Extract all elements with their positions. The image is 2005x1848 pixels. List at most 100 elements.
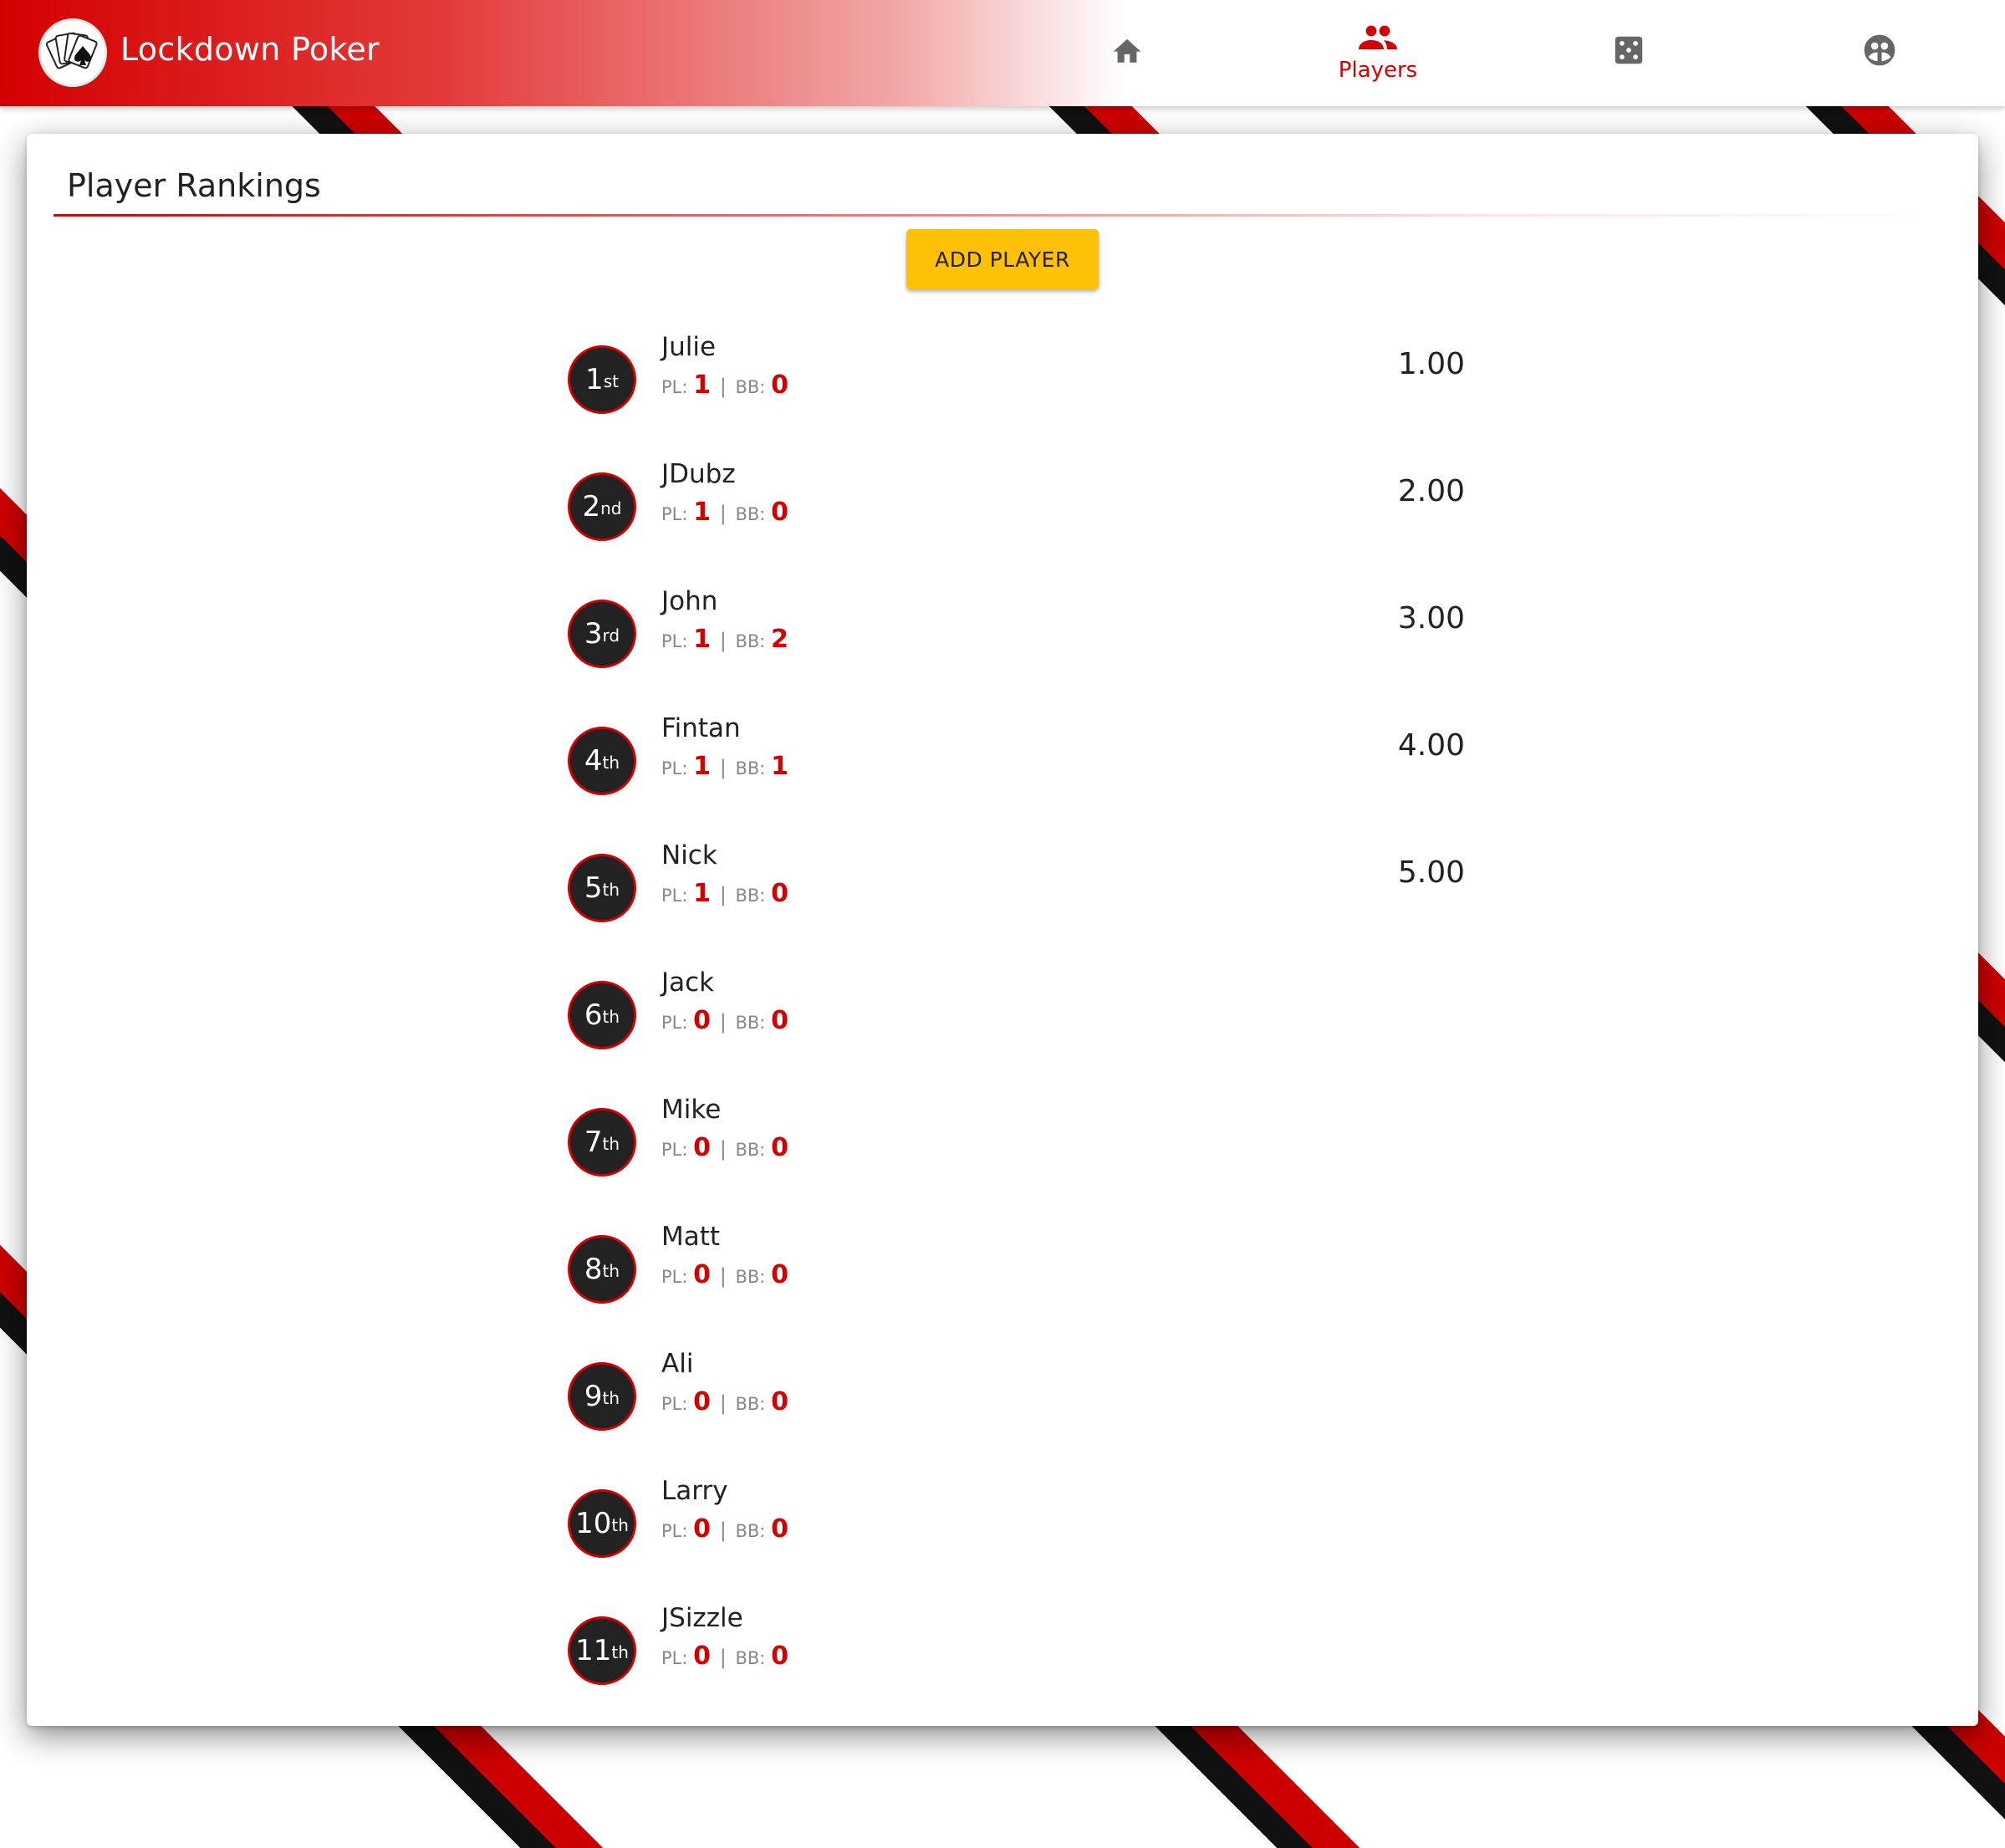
title-divider xyxy=(54,214,1951,217)
nav-players[interactable]: Players xyxy=(1294,0,1462,106)
account-icon xyxy=(1864,34,1895,65)
rank-number: 1 xyxy=(585,363,604,396)
player-row[interactable]: 7 th Mike PL: 0 | BB: 0 xyxy=(27,1088,1978,1215)
rank-suffix: nd xyxy=(600,498,622,518)
pl-value: 0 xyxy=(693,1006,712,1035)
stats-separator: | xyxy=(719,502,727,525)
player-stats: PL: 0 | BB: 0 xyxy=(661,1641,788,1671)
bb-label: BB: xyxy=(735,504,766,524)
rank-badge: 5 th xyxy=(568,854,636,922)
player-row[interactable]: 9 th Ali PL: 0 | BB: 0 xyxy=(27,1342,1978,1469)
stats-separator: | xyxy=(719,1646,727,1669)
rank-badge: 4 th xyxy=(568,727,636,795)
player-row[interactable]: 6 th Jack PL: 0 | BB: 0 xyxy=(27,961,1978,1088)
poker-cards-logo[interactable] xyxy=(38,18,107,87)
nav-account[interactable] xyxy=(1796,0,1963,106)
pl-label: PL: xyxy=(661,1140,688,1160)
player-row[interactable]: 8 th Matt PL: 0 | BB: 0 xyxy=(27,1215,1978,1342)
home-icon xyxy=(1113,38,1141,63)
bb-value: 0 xyxy=(771,1260,788,1289)
player-row[interactable]: 11 th JSizzle PL: 0 | BB: 0 xyxy=(27,1596,1978,1723)
pl-label: PL: xyxy=(661,1267,688,1287)
nav-home[interactable] xyxy=(1043,0,1211,106)
player-row[interactable]: 2 nd JDubz PL: 1 | BB: 0 2.00 xyxy=(27,452,1978,579)
pl-value: 0 xyxy=(693,1641,712,1671)
rank-number: 3 xyxy=(584,617,603,651)
stats-separator: | xyxy=(719,1264,727,1288)
bb-label: BB: xyxy=(735,377,766,397)
nav-games[interactable] xyxy=(1545,0,1712,106)
pl-value: 0 xyxy=(693,1133,712,1162)
rank-badge: 10 th xyxy=(568,1489,636,1558)
player-name: JDubz xyxy=(661,459,736,489)
player-stats: PL: 0 | BB: 0 xyxy=(661,1260,788,1289)
bb-label: BB: xyxy=(735,1267,766,1287)
bb-label: BB: xyxy=(735,1140,766,1160)
rank-badge: 3 rd xyxy=(568,600,636,668)
pl-label: PL: xyxy=(661,1394,688,1414)
player-stats: PL: 1 | BB: 1 xyxy=(661,752,788,781)
player-score: 5.00 xyxy=(1397,855,1465,890)
pl-label: PL: xyxy=(661,1013,688,1033)
player-name: Jack xyxy=(661,967,715,998)
player-name: Matt xyxy=(661,1222,721,1252)
pl-value: 0 xyxy=(693,1260,712,1289)
player-row[interactable]: 5 th Nick PL: 1 | BB: 0 5.00 xyxy=(27,834,1978,961)
bb-label: BB: xyxy=(735,1394,766,1414)
player-row[interactable]: 10 th Larry PL: 0 | BB: 0 xyxy=(27,1469,1978,1596)
player-row[interactable]: 1 st Julie PL: 1 | BB: 0 1.00 xyxy=(27,325,1978,452)
rank-badge: 11 th xyxy=(568,1616,636,1685)
player-row[interactable]: 4 th Fintan PL: 1 | BB: 1 4.00 xyxy=(27,707,1978,834)
pl-label: PL: xyxy=(661,1648,688,1668)
rank-suffix: th xyxy=(602,1007,620,1027)
player-score: 2.00 xyxy=(1397,474,1465,508)
bb-label: BB: xyxy=(735,631,766,651)
rank-badge: 7 th xyxy=(568,1108,636,1177)
player-row[interactable]: 3 rd John PL: 1 | BB: 2 3.00 xyxy=(27,579,1978,707)
bb-value: 0 xyxy=(771,1133,788,1162)
bb-value: 0 xyxy=(771,498,788,527)
add-player-button[interactable]: ADD PLAYER xyxy=(906,229,1099,289)
pl-label: PL: xyxy=(661,886,688,906)
rank-suffix: th xyxy=(611,1515,629,1535)
player-name: Mike xyxy=(661,1095,722,1125)
player-name: Julie xyxy=(661,332,717,362)
bb-label: BB: xyxy=(735,886,766,906)
stats-separator: | xyxy=(719,756,727,779)
dice-icon xyxy=(1615,36,1643,64)
player-stats: PL: 0 | BB: 0 xyxy=(661,1387,788,1417)
player-stats: PL: 0 | BB: 0 xyxy=(661,1006,788,1035)
player-stats: PL: 1 | BB: 0 xyxy=(661,879,788,908)
player-score: 1.00 xyxy=(1397,347,1465,381)
rank-suffix: th xyxy=(602,1261,620,1281)
rank-badge: 9 th xyxy=(568,1362,636,1431)
stats-separator: | xyxy=(719,883,727,906)
pl-value: 1 xyxy=(693,498,712,527)
bb-label: BB: xyxy=(735,1648,766,1668)
stats-separator: | xyxy=(719,1391,727,1415)
player-stats: PL: 1 | BB: 2 xyxy=(661,625,788,654)
rank-number: 4 xyxy=(584,744,603,778)
bb-value: 1 xyxy=(771,752,788,781)
rankings-card: Player Rankings ADD PLAYER 1 st Julie PL… xyxy=(27,134,1978,1726)
bb-label: BB: xyxy=(735,758,766,779)
pl-label: PL: xyxy=(661,377,688,397)
player-score: 3.00 xyxy=(1397,601,1465,636)
pl-label: PL: xyxy=(661,504,688,524)
stats-separator: | xyxy=(719,1137,727,1161)
player-name: Fintan xyxy=(661,713,741,743)
rank-number: 6 xyxy=(584,998,603,1032)
player-stats: PL: 1 | BB: 0 xyxy=(661,370,788,400)
pl-value: 0 xyxy=(693,1387,712,1417)
page-title: Player Rankings xyxy=(67,167,321,204)
rank-suffix: st xyxy=(603,371,619,391)
pl-value: 1 xyxy=(693,625,712,654)
rank-number: 9 xyxy=(584,1380,603,1413)
rank-suffix: th xyxy=(602,753,620,773)
rank-badge: 2 nd xyxy=(568,472,636,541)
bb-value: 0 xyxy=(771,370,788,400)
player-name: Nick xyxy=(661,840,717,870)
pl-value: 1 xyxy=(693,879,712,908)
bb-value: 0 xyxy=(771,1387,788,1417)
rank-badge: 6 th xyxy=(568,981,636,1049)
